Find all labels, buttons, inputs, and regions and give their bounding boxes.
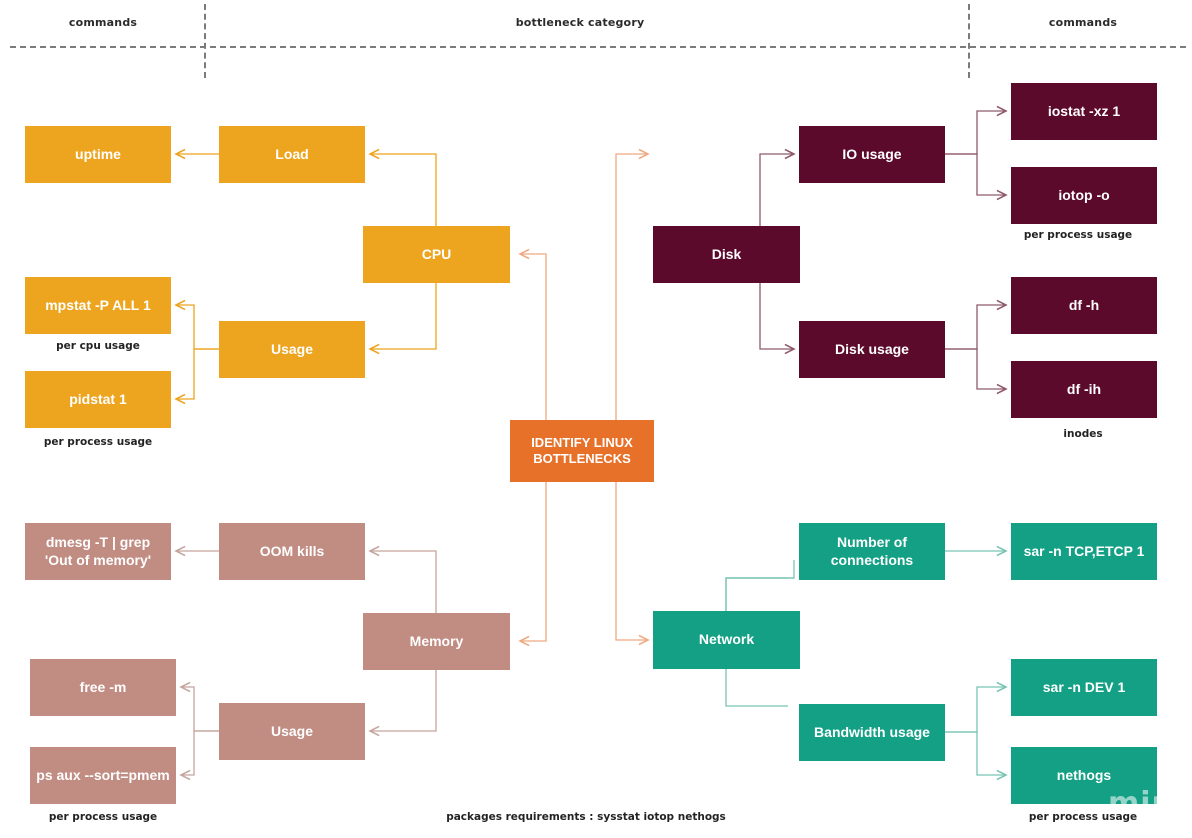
- command-sar-dev[interactable]: sar -n DEV 1: [1011, 659, 1157, 716]
- node-identify-linux-bottlenecks[interactable]: IDENTIFY LINUX BOTTLENECKS: [510, 420, 654, 482]
- command-dmesg[interactable]: dmesg -T | grep 'Out of memory': [25, 523, 171, 580]
- caption-cpu-per-process-usage: per process usage: [43, 436, 153, 448]
- node-disk-usage[interactable]: Disk usage: [799, 321, 945, 378]
- command-sar-tcp[interactable]: sar -n TCP,ETCP 1: [1011, 523, 1157, 580]
- node-network[interactable]: Network: [653, 611, 800, 669]
- node-network-connections[interactable]: Number of connections: [799, 523, 945, 580]
- node-network-bandwidth[interactable]: Bandwidth usage: [799, 704, 945, 761]
- command-df-h[interactable]: df -h: [1011, 277, 1157, 334]
- node-memory-usage[interactable]: Usage: [219, 703, 365, 760]
- command-nethogs[interactable]: nethogs: [1011, 747, 1157, 804]
- node-memory-oom-kills[interactable]: OOM kills: [219, 523, 365, 580]
- node-cpu-load[interactable]: Load: [219, 126, 365, 183]
- command-uptime[interactable]: uptime: [25, 126, 171, 183]
- caption-disk-per-process-usage: per process usage: [1023, 229, 1133, 241]
- diagram-canvas: commands bottleneck category commands ID…: [0, 0, 1192, 838]
- node-disk-io-usage[interactable]: IO usage: [799, 126, 945, 183]
- node-cpu-usage[interactable]: Usage: [219, 321, 365, 378]
- command-ps-aux[interactable]: ps aux --sort=pmem: [30, 747, 176, 804]
- caption-inodes: inodes: [1063, 428, 1103, 440]
- command-iotop[interactable]: iotop -o: [1011, 167, 1157, 224]
- command-pidstat[interactable]: pidstat 1: [25, 371, 171, 428]
- caption-network-per-process-usage: per process usage: [1028, 811, 1138, 823]
- command-mpstat[interactable]: mpstat -P ALL 1: [25, 277, 171, 334]
- footer-packages-requirements: packages requirements : sysstat iotop ne…: [446, 811, 726, 823]
- command-iostat[interactable]: iostat -xz 1: [1011, 83, 1157, 140]
- command-free-m[interactable]: free -m: [30, 659, 176, 716]
- caption-per-cpu-usage: per cpu usage: [56, 340, 140, 352]
- caption-memory-per-process-usage: per process usage: [48, 811, 158, 823]
- node-cpu[interactable]: CPU: [363, 226, 510, 283]
- command-df-ih[interactable]: df -ih: [1011, 361, 1157, 418]
- node-memory[interactable]: Memory: [363, 613, 510, 670]
- node-disk[interactable]: Disk: [653, 226, 800, 283]
